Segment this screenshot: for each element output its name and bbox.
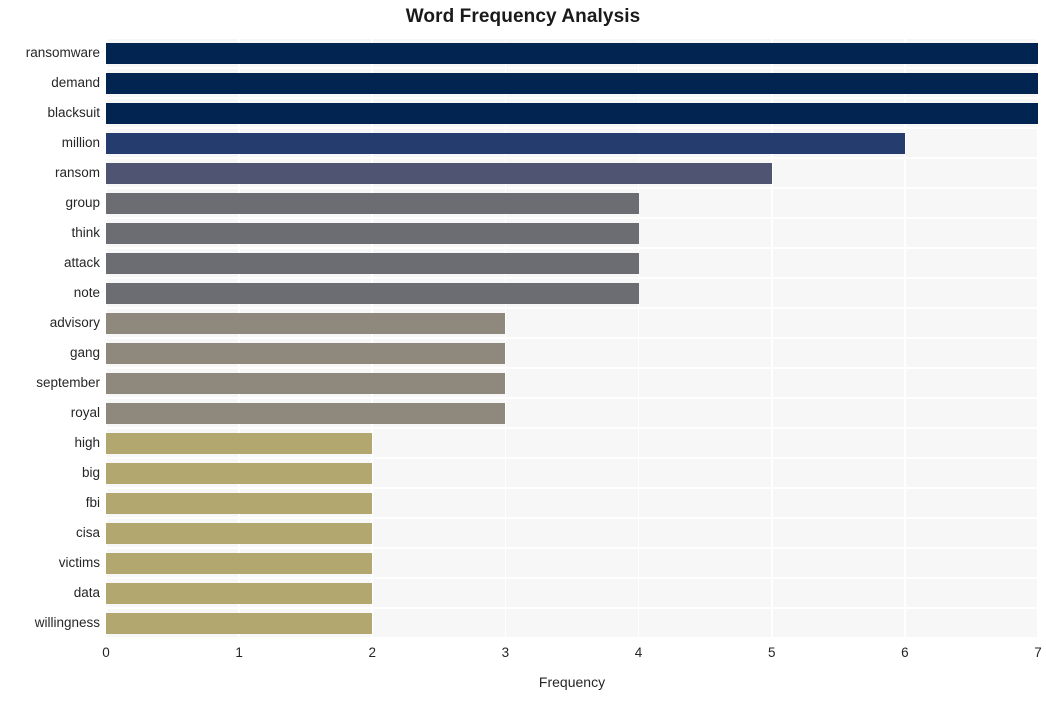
x-tick-label: 2 — [368, 645, 377, 660]
x-tick-label: 5 — [767, 645, 776, 660]
word-frequency-chart-figure: Word Frequency Analysis ransomware demand… — [0, 0, 1046, 701]
bar — [106, 222, 639, 244]
bar — [106, 102, 1038, 124]
bar — [106, 402, 506, 424]
y-tick-label: big — [81, 465, 100, 480]
y-tick-label: royal — [70, 405, 100, 420]
y-tick-label: ransom — [54, 165, 100, 180]
y-tick-label: cisa — [75, 525, 100, 540]
y-tick-label: demand — [51, 75, 100, 90]
y-tick-label: september — [36, 375, 100, 390]
x-axis-tick-labels: 0 1 2 3 4 5 6 7 — [102, 645, 1042, 667]
x-tick-label: 0 — [102, 645, 110, 660]
bar — [106, 432, 373, 454]
x-tick-label: 7 — [1034, 645, 1042, 660]
y-axis-tick-labels: ransomware demand blacksuit million ransom gr… — [0, 38, 100, 638]
bar — [106, 72, 1038, 94]
bar — [106, 462, 373, 484]
y-tick-label: advisory — [49, 315, 100, 330]
bar — [106, 282, 639, 304]
chart-title: Word Frequency Analysis — [405, 6, 641, 27]
y-tick-label: million — [61, 135, 100, 150]
y-tick-label: group — [65, 195, 100, 210]
bar — [106, 342, 506, 364]
bar — [106, 372, 506, 394]
bar — [106, 42, 1038, 64]
y-tick-label: data — [73, 585, 100, 600]
y-tick-label: willingness — [34, 615, 100, 630]
x-tick-label: 6 — [901, 645, 909, 660]
bar — [106, 582, 373, 604]
bar — [106, 492, 373, 514]
x-tick-label: 1 — [235, 645, 243, 660]
y-tick-label: gang — [69, 345, 100, 360]
x-tick-label: 3 — [501, 645, 510, 660]
x-tick-label: 4 — [634, 645, 643, 660]
bar — [106, 252, 639, 274]
bar — [106, 612, 373, 634]
bar — [106, 552, 373, 574]
y-tick-label: ransomware — [25, 45, 100, 60]
bar — [106, 132, 905, 154]
bar — [106, 192, 639, 214]
y-tick-label: note — [73, 285, 100, 300]
bar-series — [106, 38, 1038, 638]
y-tick-label: victims — [58, 555, 100, 570]
y-tick-label: high — [74, 435, 100, 450]
bar — [106, 312, 506, 334]
x-axis-title: Frequency — [538, 674, 606, 690]
y-tick-label: attack — [63, 255, 100, 270]
y-tick-label: think — [71, 225, 100, 240]
y-tick-label: fbi — [85, 495, 100, 510]
bar — [106, 162, 772, 184]
plot-area — [105, 37, 1039, 639]
bar — [106, 522, 373, 544]
y-tick-label: blacksuit — [47, 105, 100, 120]
